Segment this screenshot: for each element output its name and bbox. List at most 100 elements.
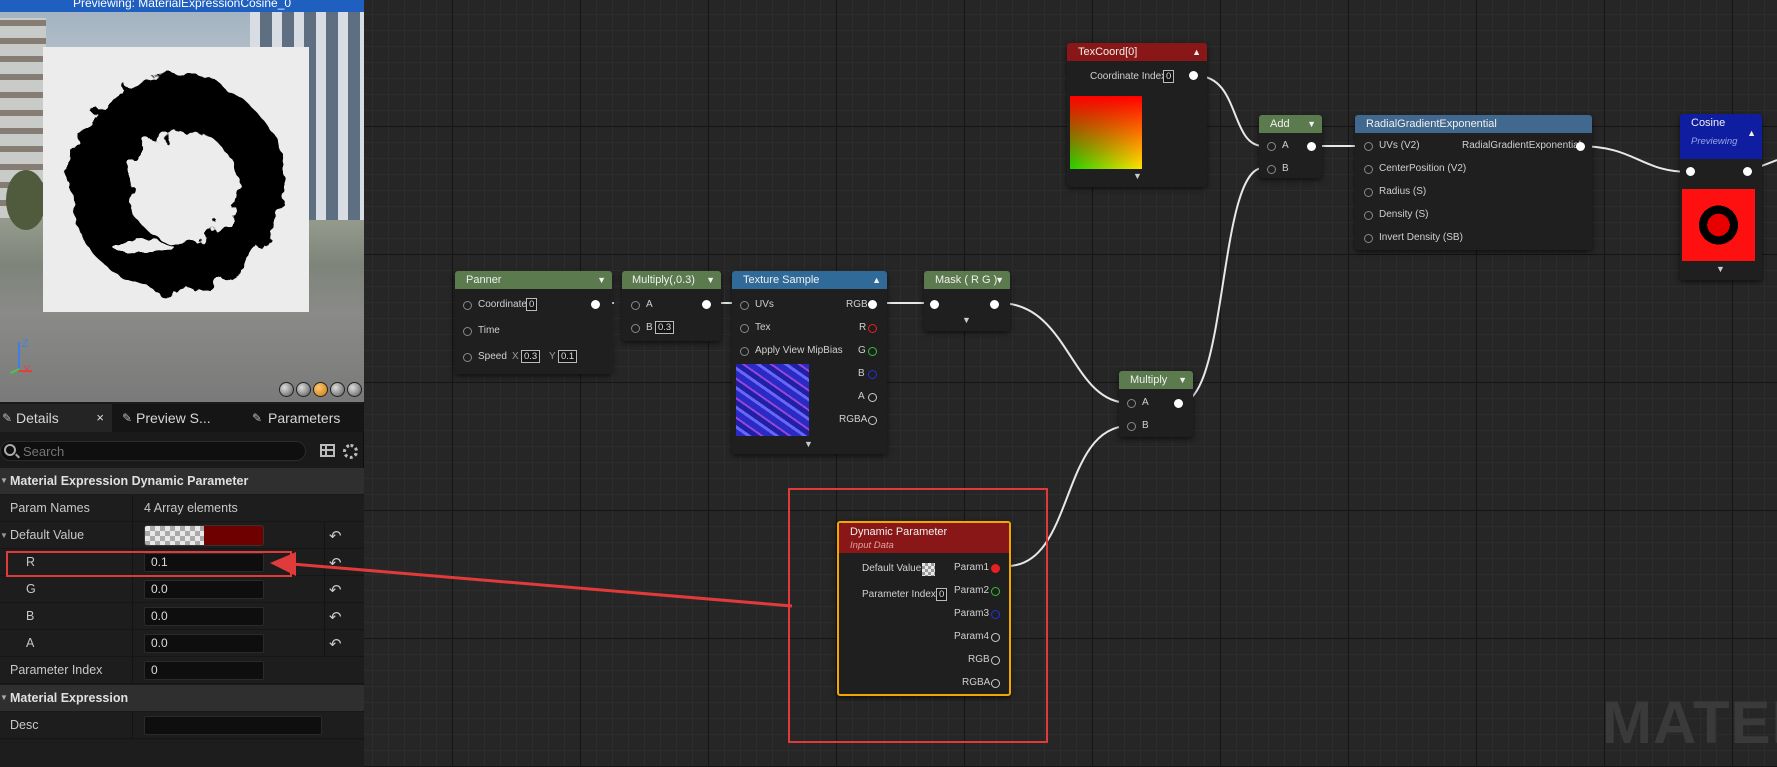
b-label: B: [646, 322, 653, 333]
texcoord-output-pin[interactable]: [1189, 71, 1198, 80]
uvs-input-pin[interactable]: [740, 301, 749, 310]
a-label: A: [858, 391, 865, 402]
expand-chevron-icon[interactable]: ▼: [0, 522, 8, 549]
multiply-03-node[interactable]: Multiply(,0.3) ▼ A B 0.3: [622, 271, 721, 341]
chevron-down-icon[interactable]: ▼: [1178, 371, 1187, 389]
tab-parameters[interactable]: ✎ Parameters: [230, 404, 364, 432]
chevron-down-icon[interactable]: ▼: [706, 271, 715, 289]
multiply-output-pin[interactable]: [702, 300, 711, 309]
radial-output-pin[interactable]: [1576, 142, 1585, 151]
mask-input-pin[interactable]: [930, 300, 939, 309]
channel-a-label: A: [26, 636, 35, 650]
sphere-preview-button[interactable]: [296, 382, 311, 397]
node-title: Panner: [466, 274, 502, 286]
close-icon[interactable]: ×: [96, 404, 104, 432]
section-material-expression[interactable]: ▼ Material Expression: [0, 685, 364, 711]
node-title: Cosine: [1691, 117, 1726, 129]
b-input-pin[interactable]: [631, 324, 640, 333]
plane-preview-button[interactable]: [313, 382, 328, 397]
texture-sample-node[interactable]: Texture Sample ▲ UVs RGB Tex R Apply View…: [732, 271, 887, 454]
channel-b-field[interactable]: 0.0: [144, 607, 264, 626]
time-input-pin[interactable]: [463, 327, 472, 336]
chevron-down-icon[interactable]: ▼: [597, 271, 606, 289]
chevron-down-icon[interactable]: ▼: [1133, 171, 1142, 181]
r-output-pin[interactable]: [868, 324, 877, 333]
radius-input-pin[interactable]: [1364, 188, 1373, 197]
mask-node[interactable]: Mask ( R G ) ▼ ▼: [924, 271, 1010, 331]
speed-y-field[interactable]: 0.1: [558, 350, 578, 363]
settings-gear-icon[interactable]: [343, 444, 358, 459]
reset-arrow-icon[interactable]: ↶: [329, 554, 342, 572]
multiply-node[interactable]: Multiply ▼ A B: [1119, 371, 1193, 437]
rgba-output-pin[interactable]: [868, 416, 877, 425]
b-output-pin[interactable]: [868, 370, 877, 379]
a-input-pin[interactable]: [1127, 399, 1136, 408]
rgb-output-pin[interactable]: [868, 300, 877, 309]
add-output-pin[interactable]: [1307, 142, 1316, 151]
speed-input-pin[interactable]: [463, 353, 472, 362]
parameter-index-field[interactable]: 0: [144, 661, 264, 680]
uvs-input-pin[interactable]: [1364, 142, 1373, 151]
tab-preview-scene[interactable]: ✎ Preview S...: [112, 404, 230, 432]
default-value-row: ▼ Default Value ↶: [0, 522, 364, 549]
b-input-pin[interactable]: [1127, 422, 1136, 431]
texture-thumbnail: [736, 364, 809, 436]
multiply-output-pin[interactable]: [1174, 399, 1183, 408]
mask-output-pin[interactable]: [990, 300, 999, 309]
cosine-node[interactable]: Cosine Previewing ▲ ▼: [1680, 114, 1762, 280]
chevron-up-icon[interactable]: ▲: [1747, 126, 1756, 140]
reset-arrow-icon[interactable]: ↶: [329, 581, 342, 599]
section-dynamic-parameter[interactable]: ▼ Material Expression Dynamic Parameter: [0, 468, 364, 494]
chevron-up-icon[interactable]: ▲: [1192, 43, 1201, 61]
cosine-input-pin[interactable]: [1686, 167, 1695, 176]
chevron-down-icon[interactable]: ▼: [1307, 115, 1316, 133]
radial-gradient-node[interactable]: RadialGradientExponential UVs (V2) Radia…: [1355, 115, 1592, 250]
cube-preview-button[interactable]: [330, 382, 345, 397]
panner-node[interactable]: Panner ▼ Coordinate 0 Time Speed X 0.3 Y …: [455, 271, 612, 374]
chevron-down-icon[interactable]: ▼: [962, 315, 971, 325]
panner-output-pin[interactable]: [591, 300, 600, 309]
cosine-output-pin[interactable]: [1743, 167, 1752, 176]
texcoord-node[interactable]: TexCoord[0] ▲ Coordinate Index 0 ▼: [1067, 43, 1207, 187]
coordinate-index-field[interactable]: 0: [1163, 70, 1175, 83]
chevron-up-icon[interactable]: ▲: [872, 271, 881, 289]
annotation-box-field: [6, 551, 292, 577]
center-input-pin[interactable]: [1364, 165, 1373, 174]
chevron-down-icon[interactable]: ▼: [995, 271, 1004, 289]
grid-view-icon[interactable]: [320, 444, 335, 457]
reset-arrow-icon[interactable]: ↶: [329, 527, 342, 545]
coordinate-index-field[interactable]: 0: [526, 298, 538, 311]
g-output-pin[interactable]: [868, 347, 877, 356]
speed-x-field[interactable]: 0.3: [521, 350, 541, 363]
custom-mesh-preview-button[interactable]: [347, 382, 362, 397]
tex-input-pin[interactable]: [740, 324, 749, 333]
channel-a-field[interactable]: 0.0: [144, 634, 264, 653]
b-input-pin[interactable]: [1267, 165, 1276, 174]
radius-label: Radius (S): [1379, 186, 1427, 197]
param-names-row: Param Names 4 Array elements: [0, 495, 364, 522]
mip-input-pin[interactable]: [740, 347, 749, 356]
chevron-down-icon[interactable]: ▼: [1716, 264, 1725, 274]
reset-arrow-icon[interactable]: ↶: [329, 608, 342, 626]
b-value-field[interactable]: 0.3: [655, 321, 675, 334]
param-names-value[interactable]: 4 Array elements: [144, 495, 238, 522]
desc-field[interactable]: [144, 716, 322, 735]
coordinate-input-pin[interactable]: [463, 301, 472, 310]
add-node[interactable]: Add ▼ A B: [1259, 115, 1322, 178]
search-input[interactable]: [0, 441, 306, 461]
a-output-pin[interactable]: [868, 393, 877, 402]
material-watermark: MATER: [1602, 689, 1777, 756]
reset-arrow-icon[interactable]: ↶: [329, 635, 342, 653]
invert-input-pin[interactable]: [1364, 234, 1373, 243]
node-title: Multiply: [1130, 374, 1168, 386]
default-value-color-swatch[interactable]: [144, 525, 264, 546]
cylinder-preview-button[interactable]: [279, 382, 294, 397]
a-input-pin[interactable]: [1267, 142, 1276, 151]
preview-viewport[interactable]: Previewing: MaterialExpressionCosine_0 Z: [0, 0, 364, 402]
a-input-pin[interactable]: [631, 301, 640, 310]
density-input-pin[interactable]: [1364, 211, 1373, 220]
annotation-box-node: [788, 488, 1048, 743]
channel-g-field[interactable]: 0.0: [144, 580, 264, 599]
chevron-down-icon[interactable]: ▼: [804, 439, 813, 449]
tab-details[interactable]: ✎ Details ×: [0, 404, 112, 432]
